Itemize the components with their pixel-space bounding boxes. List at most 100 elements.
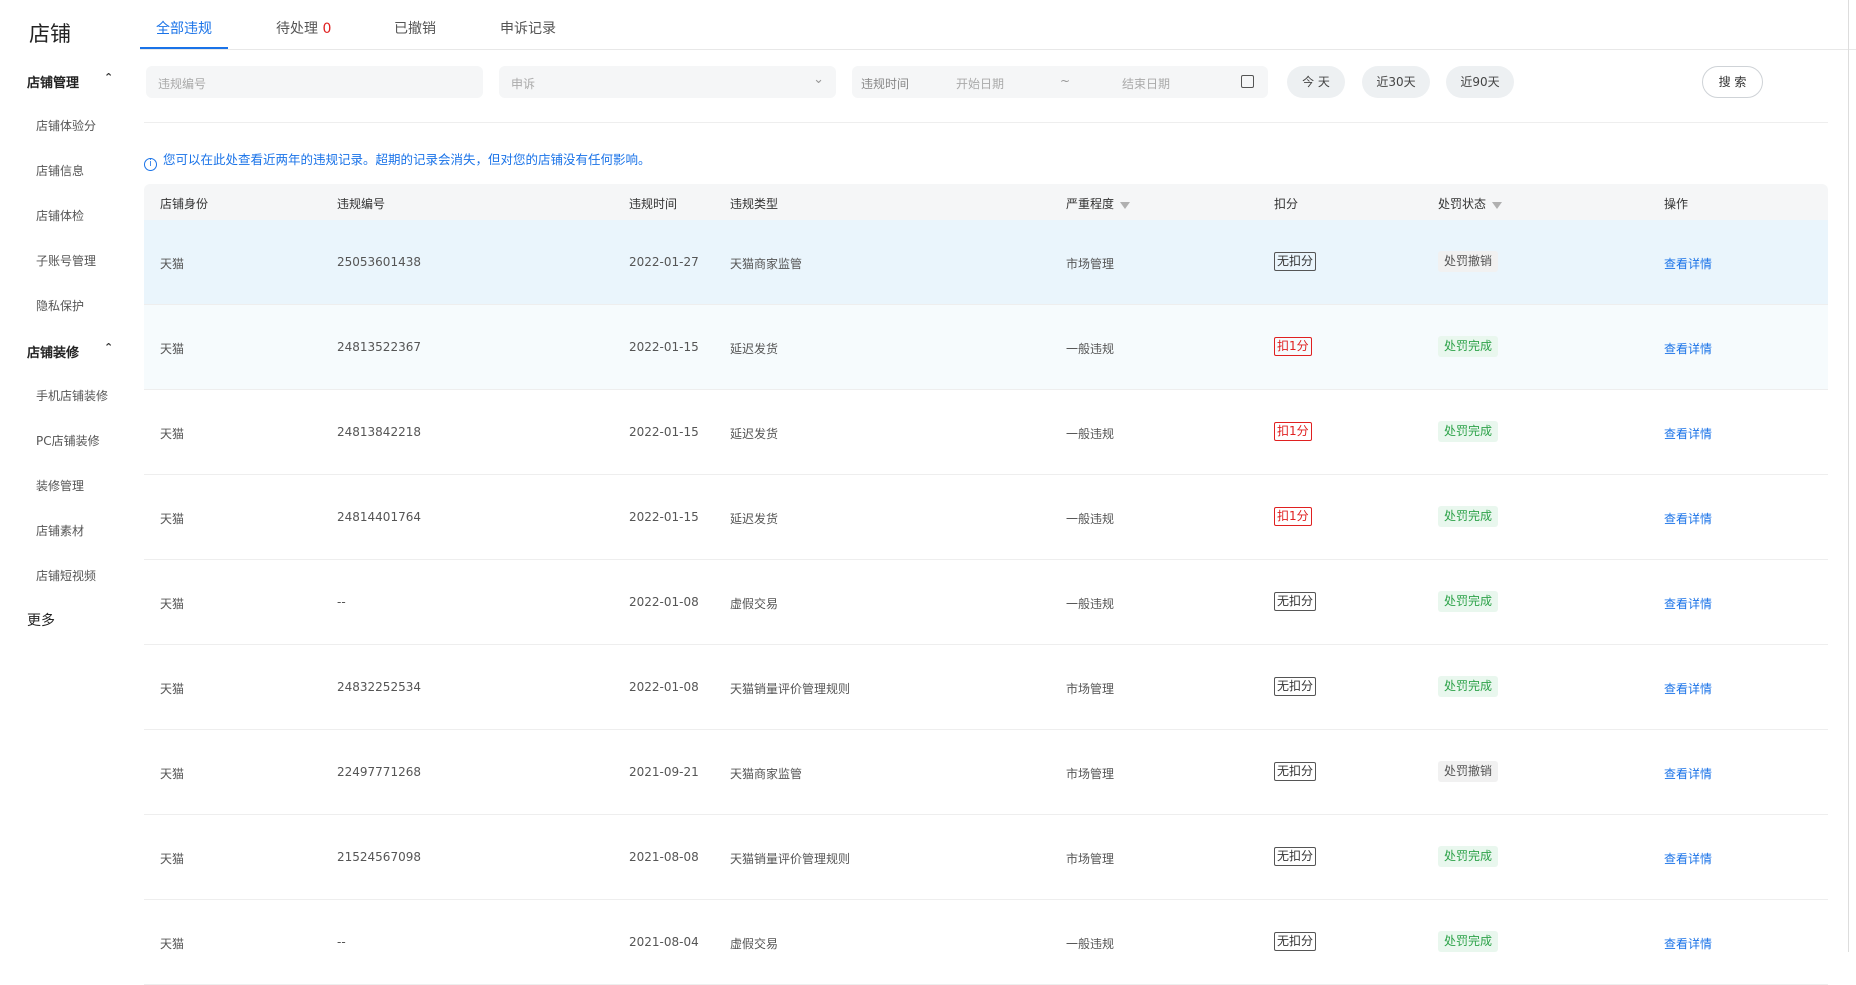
header-store-identity: 店铺身份 (160, 197, 209, 211)
cell-severity: 市场管理 (1066, 682, 1115, 696)
cell-type: 天猫商家监管 (730, 767, 803, 781)
status-badge: 处罚完成 (1438, 931, 1499, 952)
header-violation-time: 违规时间 (629, 197, 678, 211)
cell-violation-number: 24813522367 (337, 340, 421, 354)
header-penalty-status-label: 处罚状态 (1438, 197, 1487, 211)
violation-type-value: 申诉 (511, 77, 536, 91)
view-details-link[interactable]: 查看详情 (1664, 850, 1712, 867)
end-date-input[interactable]: 结束日期 (1122, 75, 1170, 92)
sidebar-item-short-video[interactable]: 店铺短视频 (36, 567, 96, 584)
cell-violation-number: -- (337, 935, 346, 949)
sidebar-group-store-decoration[interactable]: 店铺装修 ⌃ (27, 341, 113, 361)
calendar-icon[interactable] (1241, 75, 1254, 88)
view-details-link[interactable]: 查看详情 (1664, 255, 1712, 272)
chip-last-30-days[interactable]: 近30天 (1362, 66, 1430, 98)
sidebar-item-store-info[interactable]: 店铺信息 (36, 162, 84, 179)
cell-type: 虚假交易 (730, 937, 779, 951)
cell-type: 延迟发货 (730, 342, 779, 356)
sidebar-item-store-materials[interactable]: 店铺素材 (36, 522, 84, 539)
sidebar-more[interactable]: 更多 (27, 610, 55, 630)
filter-icon[interactable] (1492, 202, 1503, 209)
violation-number-placeholder: 违规编号 (158, 77, 207, 91)
table-row: 天猫 -- 2021-08-04 虚假交易 一般违规 无扣分 处罚完成 查看详情 (144, 900, 1828, 985)
cell-identity: 天猫 (160, 257, 185, 271)
cell-identity: 天猫 (160, 767, 185, 781)
view-details-link[interactable]: 查看详情 (1664, 680, 1712, 697)
chevron-up-icon: ⌃ (104, 341, 114, 354)
cell-type: 延迟发货 (730, 427, 779, 441)
cell-severity: 一般违规 (1066, 597, 1115, 611)
cell-identity: 天猫 (160, 597, 185, 611)
tab-all-violations[interactable]: 全部违规 (156, 18, 212, 38)
sidebar-item-privacy[interactable]: 隐私保护 (36, 297, 84, 314)
sidebar-item-decoration-management[interactable]: 装修管理 (36, 477, 84, 494)
header-penalty-status[interactable]: 处罚状态 (1438, 195, 1503, 212)
violation-number-input[interactable]: 违规编号 (146, 66, 483, 98)
status-badge: 处罚完成 (1438, 506, 1499, 527)
view-details-link[interactable]: 查看详情 (1664, 510, 1712, 527)
filter-icon[interactable] (1120, 202, 1131, 209)
table-header: 店铺身份 违规编号 违规时间 违规类型 严重程度 扣分 处罚状态 操作 (144, 184, 1828, 220)
cell-violation-number: 24814401764 (337, 510, 421, 524)
points-badge: 无扣分 (1274, 592, 1317, 611)
status-badge: 处罚完成 (1438, 591, 1499, 612)
header-severity-label: 严重程度 (1066, 197, 1115, 211)
cell-violation-number: 21524567098 (337, 850, 421, 864)
status-badge: 处罚完成 (1438, 676, 1499, 697)
start-date-input[interactable]: 开始日期 (956, 75, 1004, 92)
cell-violation-number: 22497771268 (337, 765, 421, 779)
violation-type-select[interactable]: 申诉 ⌄ (499, 66, 836, 98)
table-row: 天猫 21524567098 2021-08-08 天猫销量评价管理规则 市场管… (144, 815, 1828, 900)
cell-violation-number: 24813842218 (337, 425, 421, 439)
cell-date: 2022-01-15 (629, 510, 699, 524)
points-badge: 无扣分 (1274, 677, 1317, 696)
cell-type: 天猫销量评价管理规则 (730, 682, 851, 696)
status-badge: 处罚完成 (1438, 846, 1499, 867)
tab-appeal-records[interactable]: 申诉记录 (500, 18, 556, 38)
cell-severity: 一般违规 (1066, 427, 1115, 441)
view-details-link[interactable]: 查看详情 (1664, 425, 1712, 442)
cell-severity: 一般违规 (1066, 937, 1115, 951)
date-range-picker[interactable]: 违规时间 开始日期 ~ 结束日期 (852, 66, 1268, 98)
table-row: 天猫 24814401764 2022-01-15 延迟发货 一般违规 扣1分 … (144, 475, 1828, 560)
cell-type: 虚假交易 (730, 597, 779, 611)
sidebar-item-mobile-decoration[interactable]: 手机店铺装修 (36, 387, 108, 404)
view-details-link[interactable]: 查看详情 (1664, 765, 1712, 782)
cell-violation-number: 24832252534 (337, 680, 421, 694)
cell-date: 2021-08-04 (629, 935, 699, 949)
sidebar-item-experience-score[interactable]: 店铺体验分 (36, 117, 96, 134)
cell-date: 2022-01-08 (629, 595, 699, 609)
table-row: 天猫 -- 2022-01-08 虚假交易 一般违规 无扣分 处罚完成 查看详情 (144, 560, 1828, 645)
cell-severity: 市场管理 (1066, 767, 1115, 781)
tab-revoked[interactable]: 已撤销 (394, 18, 436, 38)
date-range-label: 违规时间 (861, 77, 910, 91)
cell-severity: 一般违规 (1066, 512, 1115, 526)
cell-identity: 天猫 (160, 342, 185, 356)
chip-last-90-days[interactable]: 近90天 (1446, 66, 1514, 98)
search-button[interactable]: 搜 索 (1702, 66, 1763, 98)
info-icon: i (144, 158, 157, 171)
cell-identity: 天猫 (160, 427, 185, 441)
view-details-link[interactable]: 查看详情 (1664, 595, 1712, 612)
sidebar-group-store-management[interactable]: 店铺管理 ⌃ (27, 71, 113, 91)
points-badge: 无扣分 (1274, 252, 1317, 271)
status-badge: 处罚完成 (1438, 336, 1499, 357)
header-severity[interactable]: 严重程度 (1066, 195, 1131, 212)
cell-type: 天猫商家监管 (730, 257, 803, 271)
chip-today[interactable]: 今 天 (1287, 66, 1345, 98)
vertical-scrollbar[interactable] (1848, 0, 1849, 952)
sidebar-item-sub-accounts[interactable]: 子账号管理 (36, 252, 96, 269)
sidebar-item-store-checkup[interactable]: 店铺体检 (36, 207, 84, 224)
tab-pending[interactable]: 待处理 0 (276, 18, 331, 38)
violations-table: 店铺身份 违规编号 违规时间 违规类型 严重程度 扣分 处罚状态 操作 天猫 2… (144, 184, 1828, 985)
view-details-link[interactable]: 查看详情 (1664, 935, 1712, 952)
sidebar-item-pc-decoration[interactable]: PC店铺装修 (36, 432, 100, 449)
header-actions: 操作 (1664, 197, 1689, 211)
view-details-link[interactable]: 查看详情 (1664, 340, 1712, 357)
sidebar: 店铺 店铺管理 ⌃ 店铺体验分 店铺信息 店铺体检 子账号管理 隐私保护 店铺装… (0, 0, 120, 952)
cell-identity: 天猫 (160, 682, 185, 696)
table-row: 天猫 24813522367 2022-01-15 延迟发货 一般违规 扣1分 … (144, 305, 1828, 390)
active-tab-indicator (140, 47, 228, 49)
status-badge: 处罚撤销 (1438, 251, 1499, 272)
cell-violation-number: -- (337, 595, 346, 609)
